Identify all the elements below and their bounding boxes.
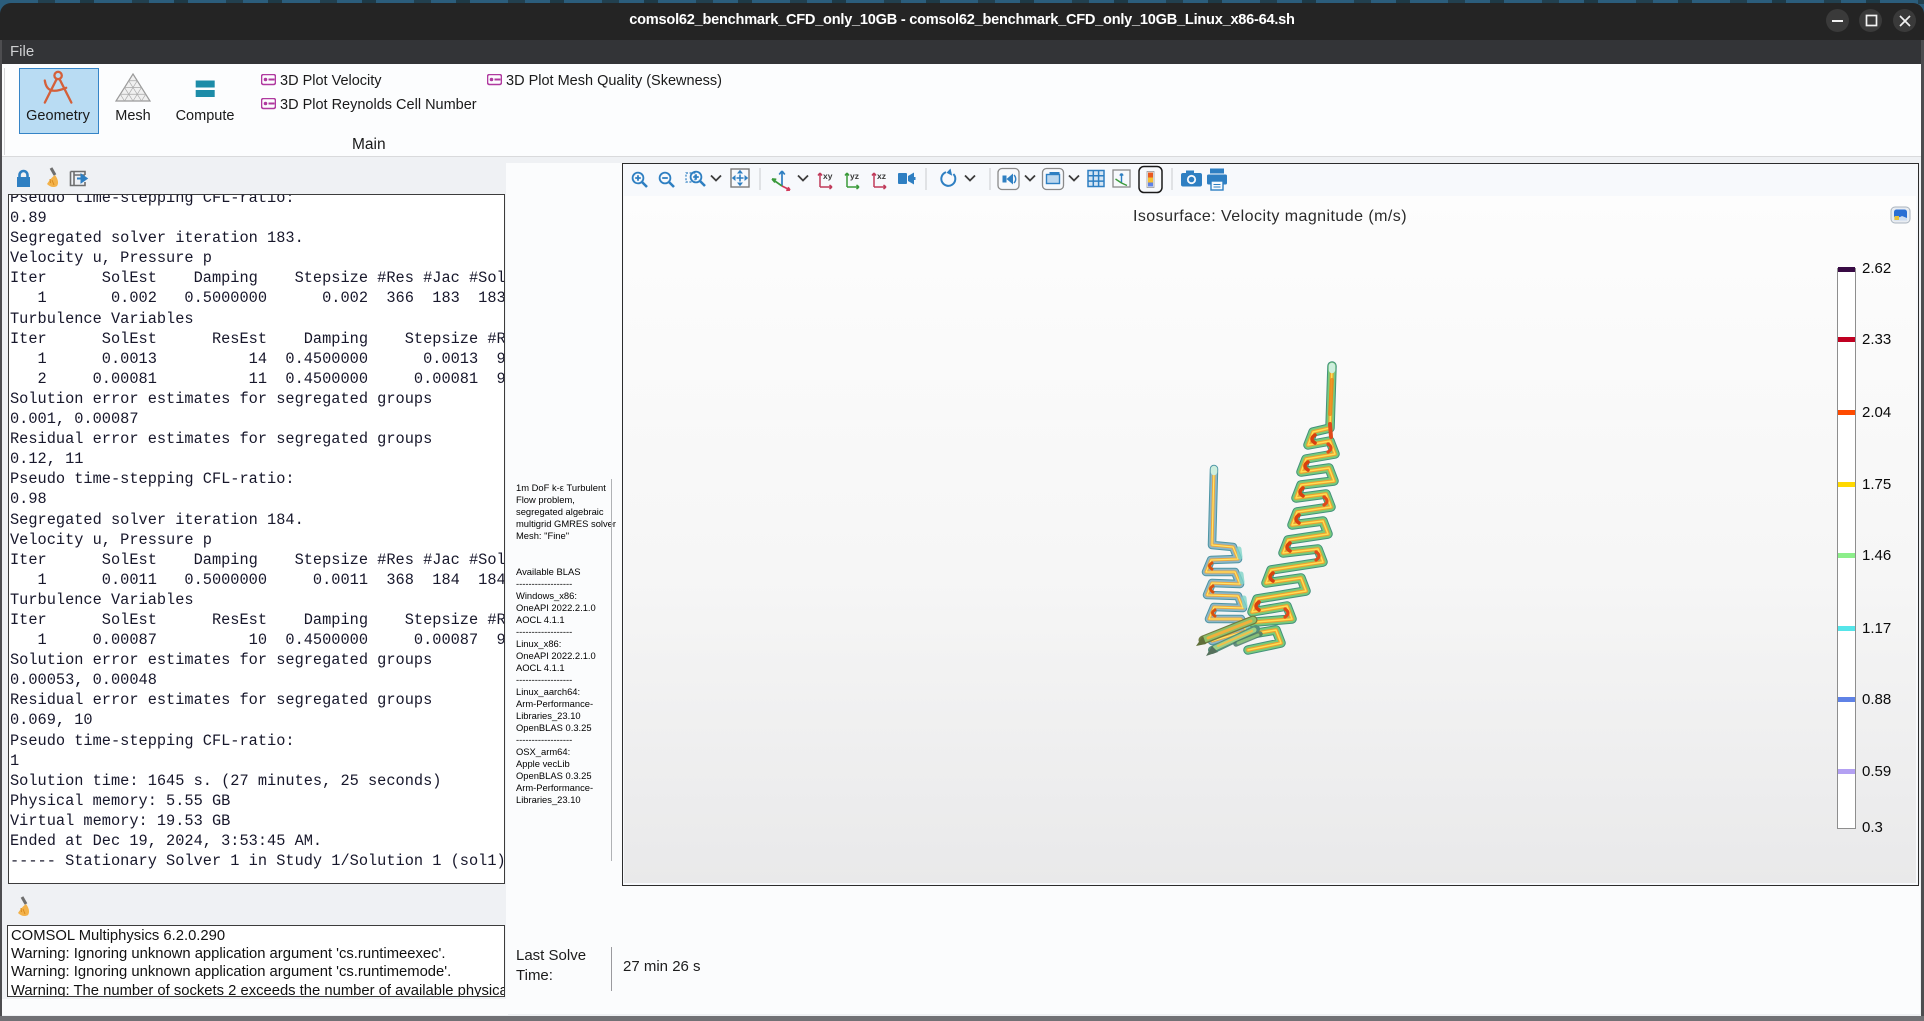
svg-text:xy: xy [823,171,833,181]
svg-text:yz: yz [850,171,859,181]
svg-text:xz: xz [877,171,886,181]
